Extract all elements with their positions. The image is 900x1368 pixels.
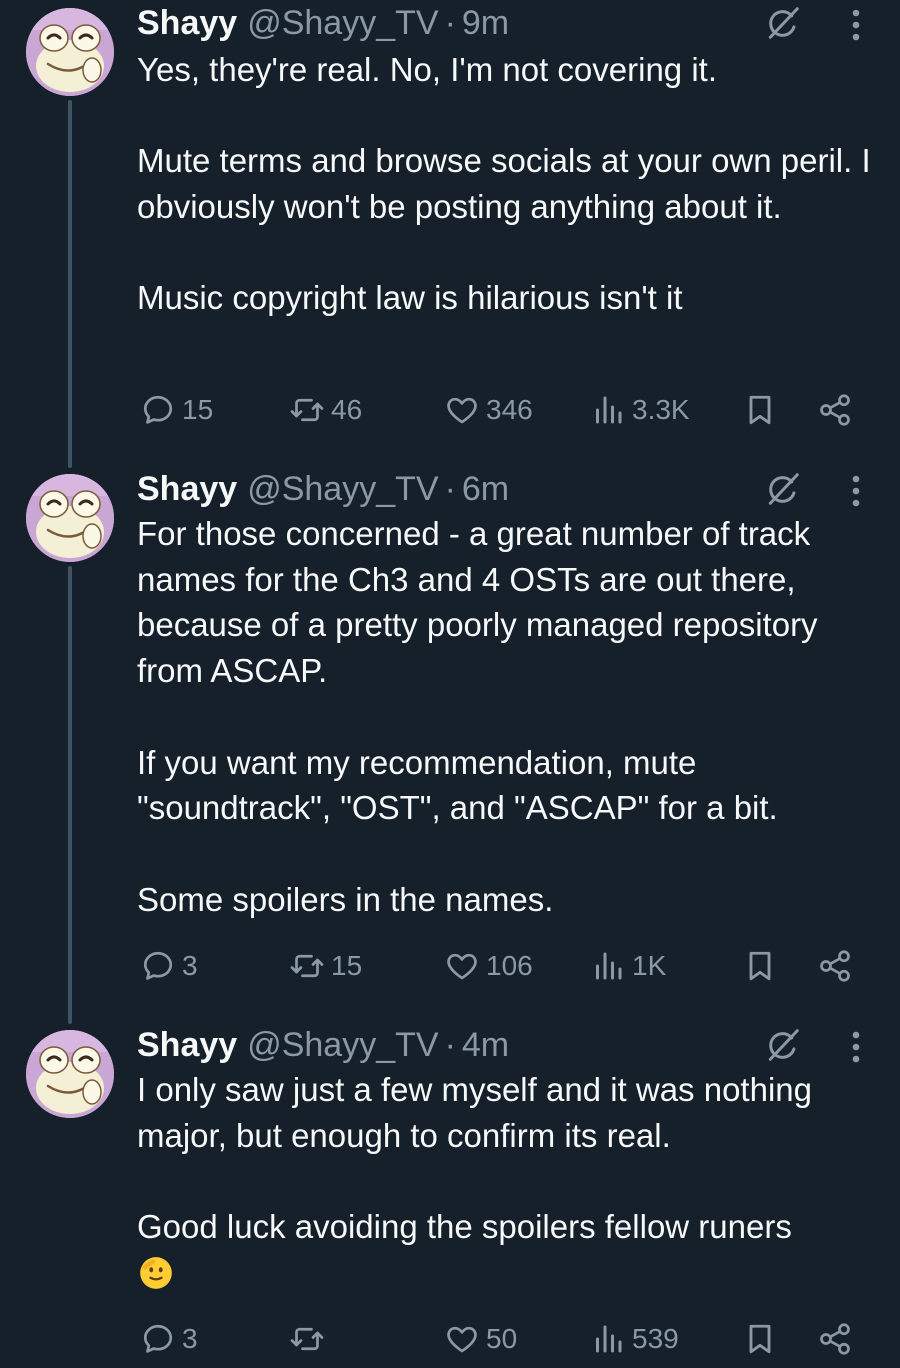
separator: · (444, 469, 456, 508)
heart-icon (444, 1321, 480, 1357)
reply-count: 3 (182, 1323, 198, 1354)
reply-icon (140, 948, 176, 984)
share-icon (817, 392, 853, 428)
like-count: 50 (486, 1323, 518, 1354)
share-button[interactable] (817, 1316, 853, 1362)
bookmark-button[interactable] (742, 943, 778, 989)
bookmark-icon (742, 948, 778, 984)
reply-button[interactable]: 3 (140, 1316, 198, 1362)
action-bar: 15 46 346 3.3K (137, 387, 867, 433)
grok-icon[interactable] (764, 1026, 802, 1064)
avatar-image (26, 1030, 114, 1118)
views-button[interactable]: 1K (590, 943, 666, 989)
repost-button[interactable]: 46 (289, 387, 362, 433)
view-count: 3.3K (632, 394, 690, 425)
heart-icon (444, 948, 480, 984)
repost-count: 15 (331, 950, 363, 981)
reply-icon (140, 1321, 176, 1357)
repost-button[interactable]: 15 (289, 943, 362, 989)
view-count: 539 (632, 1323, 679, 1354)
repost-count: 46 (331, 394, 363, 425)
avatar-image (26, 474, 114, 562)
repost-icon (289, 1321, 325, 1357)
tweet-paragraph: Mute terms and browse socials at your ow… (137, 142, 871, 226)
user-handle[interactable]: @Shayy_TV (247, 1026, 438, 1065)
bookmark-button[interactable] (742, 1316, 778, 1362)
display-name[interactable]: Shayy (137, 4, 237, 43)
avatar[interactable] (26, 1030, 114, 1118)
like-button[interactable]: 106 (444, 943, 533, 989)
like-button[interactable]: 50 (444, 1316, 517, 1362)
views-icon (590, 1321, 626, 1357)
reply-count: 3 (182, 950, 198, 981)
more-icon[interactable] (846, 1029, 866, 1065)
display-name[interactable]: Shayy (137, 1026, 237, 1065)
views-icon (590, 948, 626, 984)
like-button[interactable]: 346 (444, 387, 533, 433)
tweet-header: Shayy @Shayy_TV · 9m (137, 0, 509, 46)
avatar[interactable] (26, 474, 114, 562)
tweet-text: Yes, they're real. No, I'm not covering … (137, 47, 882, 321)
views-button[interactable]: 539 (590, 1316, 679, 1362)
tweet-text: I only saw just a few myself and it was … (137, 1067, 882, 1296)
timestamp[interactable]: 6m (462, 470, 509, 509)
thread-line (68, 100, 72, 468)
thread-line (68, 566, 72, 1024)
bookmark-icon (742, 1321, 778, 1357)
separator: · (444, 3, 456, 42)
action-bar: 3 15 106 1K (137, 943, 867, 989)
tweet-header: Shayy @Shayy_TV · 4m (137, 1022, 509, 1068)
display-name[interactable]: Shayy (137, 470, 237, 509)
reply-button[interactable]: 15 (140, 387, 213, 433)
like-count: 106 (486, 950, 533, 981)
share-button[interactable] (817, 943, 853, 989)
share-icon (817, 948, 853, 984)
user-handle[interactable]: @Shayy_TV (247, 470, 438, 509)
views-button[interactable]: 3.3K (590, 387, 690, 433)
repost-icon (289, 392, 325, 428)
tweet-paragraph: If you want my recommendation, mute "sou… (137, 743, 778, 827)
avatar-image (26, 8, 114, 96)
tweet-paragraph: For those concerned - a great number of … (137, 515, 818, 690)
tweet-paragraph: Music copyright law is hilarious isn't i… (137, 279, 683, 317)
grok-icon[interactable] (764, 470, 802, 508)
share-icon (817, 1321, 853, 1357)
timestamp[interactable]: 9m (462, 4, 509, 43)
views-icon (590, 392, 626, 428)
reply-icon (140, 392, 176, 428)
like-count: 346 (486, 394, 533, 425)
reply-count: 15 (182, 394, 214, 425)
tweet-paragraph: Good luck avoiding the spoilers fellow r… (137, 1208, 792, 1246)
bookmark-icon (742, 392, 778, 428)
more-icon[interactable] (846, 7, 866, 43)
heart-icon (444, 392, 480, 428)
share-button[interactable] (817, 387, 853, 433)
action-bar: 3 50 539 (137, 1316, 867, 1362)
saluting-face-emoji (137, 1254, 175, 1292)
tweet-paragraph: I only saw just a few myself and it was … (137, 1071, 812, 1154)
tweet-paragraph: Yes, they're real. No, I'm not covering … (137, 51, 717, 88)
avatar[interactable] (26, 8, 114, 96)
tweet-text: For those concerned - a great number of … (137, 511, 882, 922)
view-count: 1K (632, 950, 667, 981)
tweet-header: Shayy @Shayy_TV · 6m (137, 466, 509, 512)
repost-button[interactable] (289, 1316, 331, 1362)
grok-icon[interactable] (764, 4, 802, 42)
timestamp[interactable]: 4m (462, 1026, 509, 1065)
separator: · (444, 1025, 456, 1064)
bookmark-button[interactable] (742, 387, 778, 433)
user-handle[interactable]: @Shayy_TV (247, 4, 438, 43)
tweet-paragraph: Some spoilers in the names. (137, 880, 554, 918)
more-icon[interactable] (846, 473, 866, 509)
repost-icon (289, 948, 325, 984)
reply-button[interactable]: 3 (140, 943, 198, 989)
